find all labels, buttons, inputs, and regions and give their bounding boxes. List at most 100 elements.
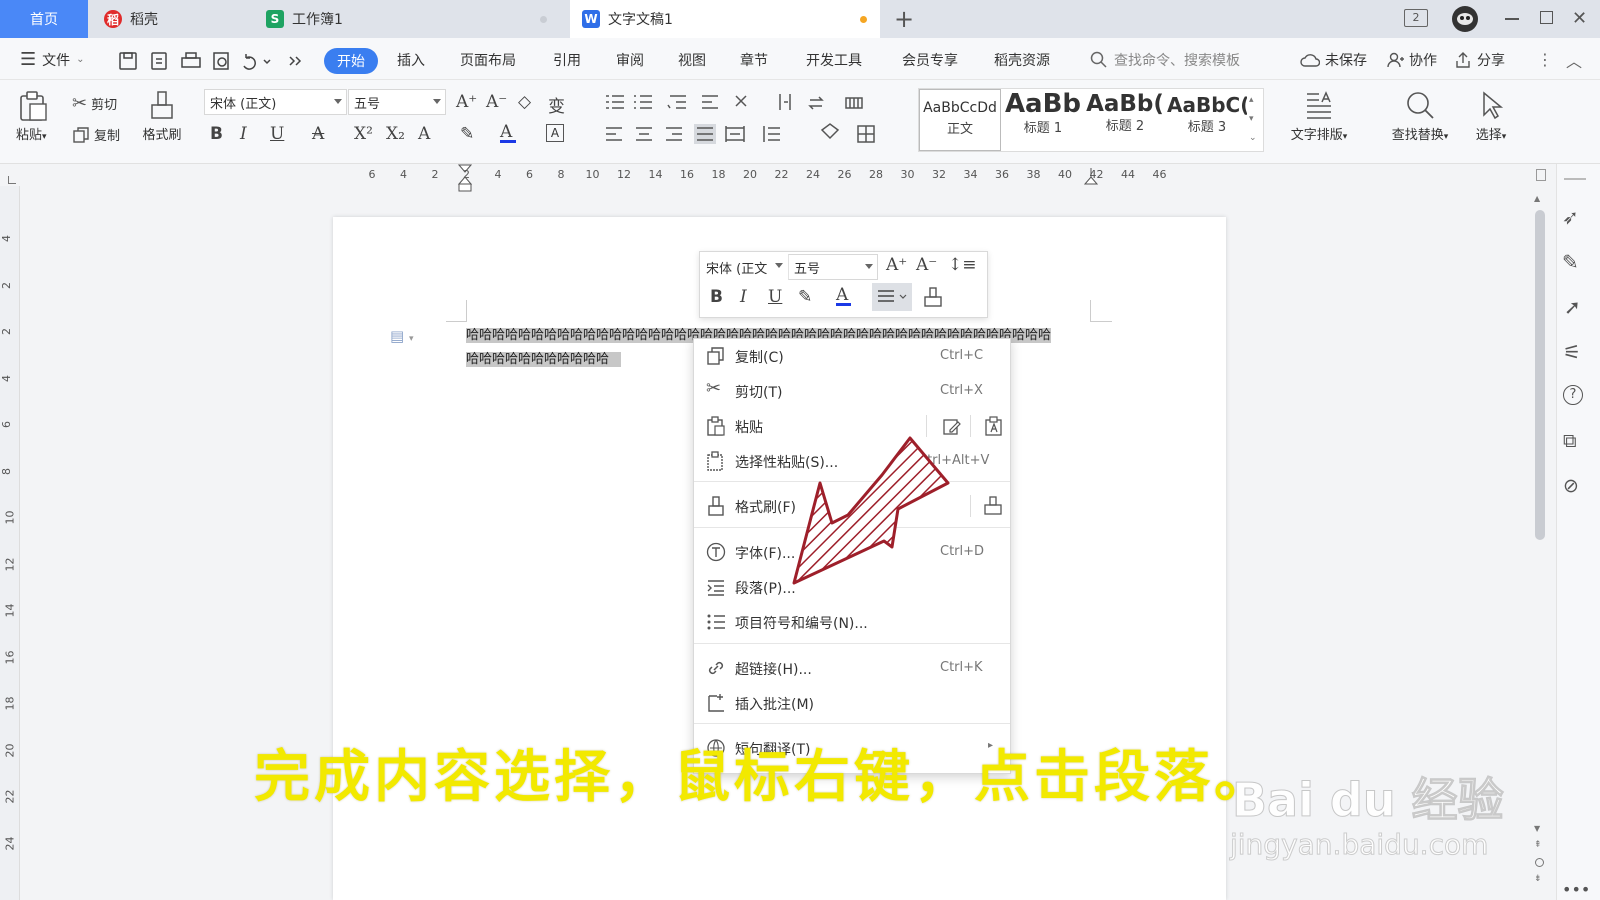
tab-start[interactable]: 开始 — [324, 48, 378, 74]
paste-keep-format-icon[interactable] — [942, 416, 962, 436]
tab-references[interactable]: 引用 — [553, 50, 581, 70]
pen-icon[interactable]: ✎ — [1562, 250, 1579, 274]
underline-button[interactable]: U — [270, 124, 284, 144]
quick-access-toolbar[interactable] — [118, 50, 308, 72]
file-menu[interactable]: ☰ 文件 ⌄ — [20, 49, 85, 70]
tab-stop-selector[interactable] — [8, 176, 16, 184]
mini-font-name-select[interactable]: 宋体 (正文 — [701, 254, 787, 280]
compass-icon[interactable]: ⊘ — [1563, 475, 1579, 497]
image-icon[interactable]: ⧉ — [1563, 430, 1577, 452]
menu-item-copy[interactable]: 复制(C) Ctrl+C — [694, 339, 1010, 373]
tab-page-layout[interactable]: 页面布局 — [460, 50, 516, 70]
tab-workbook[interactable]: S 工作簿1 — [254, 0, 564, 38]
close-window-button[interactable]: ✕ — [1572, 8, 1587, 29]
strikethrough-button[interactable]: A — [312, 124, 324, 144]
menu-item-bullets-numbering[interactable]: 项目符号和编号(N)... — [694, 605, 1010, 639]
watermark-url: jingyan.baidu.com — [1229, 828, 1489, 862]
tab-home[interactable]: 首页 — [0, 0, 88, 38]
selected-line-2[interactable]: 哈哈哈哈哈哈哈哈哈哈哈 — [466, 352, 622, 367]
tab-document[interactable]: W 文字文稿1 — [570, 0, 880, 38]
ruler-tick-label: 22 — [3, 789, 17, 804]
ruler-tick-label: 10 — [3, 510, 17, 525]
restore-button[interactable] — [1540, 11, 1553, 24]
style-heading-1[interactable]: AaBb 标题 1 — [1003, 89, 1083, 151]
unsaved-button[interactable]: 未保存 — [1300, 50, 1367, 70]
bold-button[interactable]: B — [210, 124, 223, 144]
tab-insert[interactable]: 插入 — [397, 50, 425, 70]
mini-line-spacing-icon[interactable]: ↕≡ — [948, 255, 977, 275]
ruler-tick-label: 20 — [743, 168, 757, 181]
pointer-icon[interactable]: ➚ — [1564, 295, 1581, 319]
help-icon[interactable]: ? — [1563, 385, 1583, 405]
menu-item-insert-comment[interactable]: 插入批注(M) — [694, 686, 1010, 720]
char-border-button[interactable]: A — [546, 124, 564, 142]
mini-font-size-select[interactable]: 五号 — [788, 254, 878, 280]
font-size-select[interactable]: 五号 — [348, 89, 446, 115]
mini-italic-button[interactable]: I — [740, 287, 747, 307]
share-button[interactable]: 分享 — [1454, 50, 1505, 70]
ruler-tick-label: 14 — [3, 603, 17, 618]
paragraph-handle-icon[interactable]: ▤ ▾ — [390, 327, 413, 345]
chevron-down-icon: ⌄ — [76, 54, 85, 65]
tab-view[interactable]: 视图 — [678, 50, 706, 70]
collaborate-button[interactable]: 协作 — [1386, 50, 1437, 70]
copy-button[interactable]: 复制 — [72, 125, 120, 144]
more-icon[interactable]: ••• — [1562, 880, 1590, 899]
find-replace-button[interactable]: 查找替换▾ — [1380, 90, 1460, 143]
new-tab-button[interactable]: + — [894, 5, 914, 33]
highlight-icon[interactable]: ✎ — [460, 124, 474, 144]
subscript-button[interactable]: X₂ — [386, 124, 405, 144]
scrollbar-thumb[interactable] — [1535, 210, 1545, 540]
select-button[interactable]: 选择▾ — [1466, 90, 1516, 143]
tab-member[interactable]: 会员专享 — [902, 50, 958, 70]
style-normal[interactable]: AaBbCcDd 正文 — [919, 89, 1001, 151]
vertical-scrollbar[interactable]: ▲ ▼ ⇞ ⇟ — [1530, 164, 1550, 900]
sliders-icon[interactable]: ⚟ — [1563, 340, 1581, 364]
mini-grow-font-icon[interactable]: A⁺ — [886, 255, 907, 275]
tab-daoke[interactable]: 稻 稻壳 — [92, 0, 250, 38]
style-heading-2[interactable]: AaBb( 标题 2 — [1085, 89, 1165, 151]
command-search[interactable]: 查找命令、搜索模板 — [1090, 50, 1240, 70]
italic-button[interactable]: I — [240, 124, 247, 144]
mini-shrink-font-icon[interactable]: A⁻ — [916, 255, 937, 275]
menu-item-cut[interactable]: ✂ 剪切(T) Ctrl+X — [694, 374, 1010, 408]
tab-daoke-resources[interactable]: 稻壳资源 — [994, 50, 1050, 70]
style-scroll-buttons[interactable]: ▴ ▾ ⌄ — [1249, 91, 1257, 148]
font-color-button[interactable]: A — [500, 122, 516, 143]
text-layout-button[interactable]: 文字排版▾ — [1282, 90, 1356, 143]
format-painter-button[interactable]: 格式刷 — [140, 90, 184, 143]
avatar[interactable] — [1452, 6, 1478, 32]
font-name-select[interactable]: 宋体 (正文) — [204, 89, 347, 115]
workspace-switch-button[interactable]: 2 — [1404, 9, 1428, 27]
clear-format-icon[interactable]: ◇ — [518, 92, 531, 112]
grow-font-icon[interactable]: A⁺ — [456, 92, 477, 112]
ruler-tick-label: 14 — [648, 168, 663, 181]
mini-bold-button[interactable]: B — [710, 287, 723, 307]
mini-align-button[interactable] — [872, 283, 912, 311]
format-painter-options-icon[interactable] — [982, 496, 1004, 516]
cloud-icon — [1300, 54, 1320, 67]
menu-item-hyperlink[interactable]: 超链接(H)... Ctrl+K — [694, 651, 1010, 685]
mini-underline-button[interactable]: U — [768, 287, 782, 307]
paste-text-only-icon[interactable] — [984, 416, 1004, 436]
cut-button[interactable]: ✂ 剪切 — [72, 93, 117, 114]
style-heading-3[interactable]: AaBbC( 标题 3 — [1167, 89, 1247, 151]
tab-review[interactable]: 审阅 — [616, 50, 644, 70]
paste-button[interactable]: 粘贴▾ — [16, 90, 56, 143]
superscript-button[interactable]: X² — [354, 124, 373, 144]
mini-format-painter-icon[interactable] — [922, 286, 944, 308]
shrink-font-icon[interactable]: A⁻ — [486, 92, 507, 112]
collapse-ribbon-icon[interactable]: ︿ — [1566, 48, 1582, 72]
mini-highlight-icon[interactable]: ✎ — [798, 287, 812, 307]
ruler-tick-label: 2 — [0, 328, 13, 335]
mini-font-color-button[interactable]: A — [836, 285, 851, 306]
more-icon[interactable]: ⋮ — [1537, 50, 1553, 69]
text-effect-button[interactable]: A — [418, 124, 430, 144]
ruler-tick-label: 6 — [0, 421, 13, 428]
rocket-icon[interactable]: ➶ — [1562, 205, 1579, 229]
tab-chapter[interactable]: 章节 — [740, 50, 768, 70]
tab-developer[interactable]: 开发工具 — [806, 50, 862, 70]
phonetic-icon[interactable]: 变 — [548, 92, 565, 117]
paragraph-tools[interactable] — [604, 92, 894, 146]
minimize-button[interactable] — [1505, 18, 1519, 20]
